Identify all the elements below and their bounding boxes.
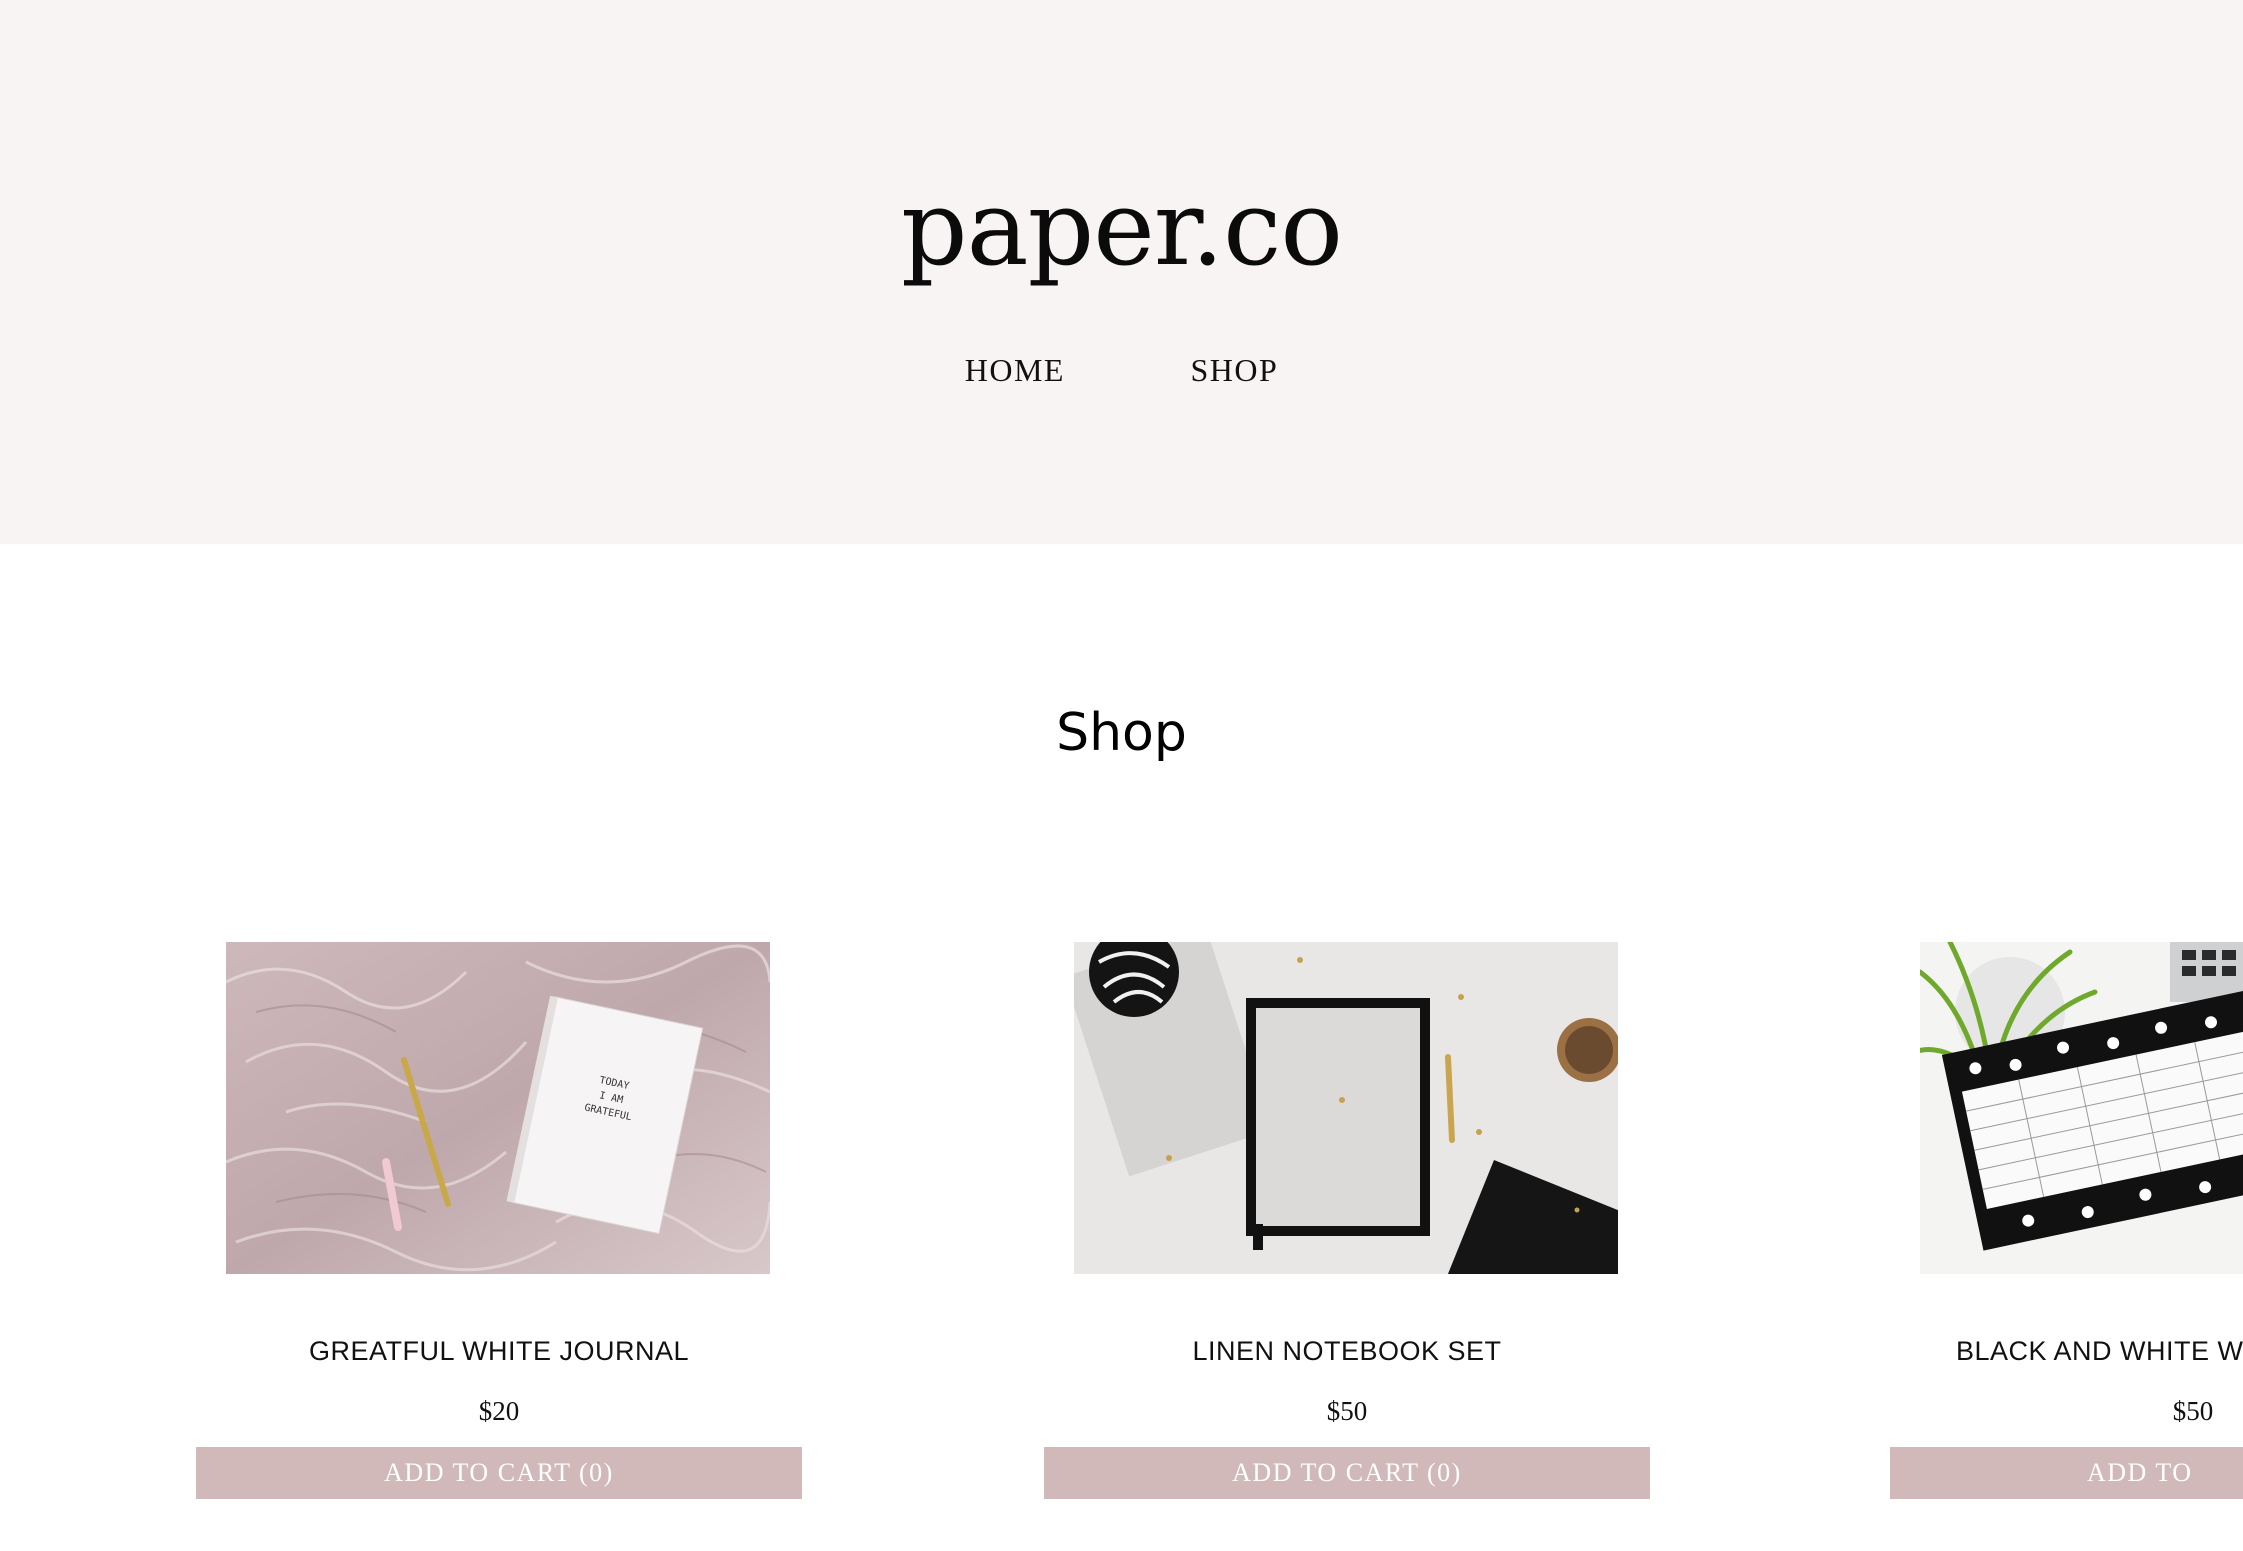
product-price: $20 [478, 1396, 520, 1426]
product-price: $50 [2172, 1396, 2214, 1426]
product-name[interactable]: BLACK AND WHITE WE [1956, 1336, 2243, 1367]
page-title: Shop [1056, 703, 1187, 763]
nav-home-link[interactable]: HOME [965, 352, 1065, 389]
add-to-cart-button[interactable]: ADD TO CART (0) [196, 1447, 802, 1499]
product-price: $50 [1326, 1396, 1368, 1426]
product-name[interactable]: GREATFUL WHITE JOURNAL [196, 1336, 802, 1367]
product-image-planner[interactable] [1920, 942, 2243, 1274]
add-to-cart-button[interactable]: ADD TO CART (0) [1044, 1447, 1650, 1499]
main-nav: HOME SHOP [0, 352, 2243, 389]
site-logo[interactable]: paper.co [0, 168, 2243, 288]
site-header: paper.co HOME SHOP [0, 0, 2243, 544]
product-image-journal[interactable]: TODAY I AM GRATEFUL [226, 942, 770, 1274]
product-image-linen-notebook[interactable] [1074, 942, 1618, 1274]
nav-shop-link[interactable]: SHOP [1190, 352, 1278, 389]
product-name[interactable]: LINEN NOTEBOOK SET [1044, 1336, 1650, 1367]
add-to-cart-button[interactable]: ADD TO CAR [1890, 1447, 2243, 1539]
